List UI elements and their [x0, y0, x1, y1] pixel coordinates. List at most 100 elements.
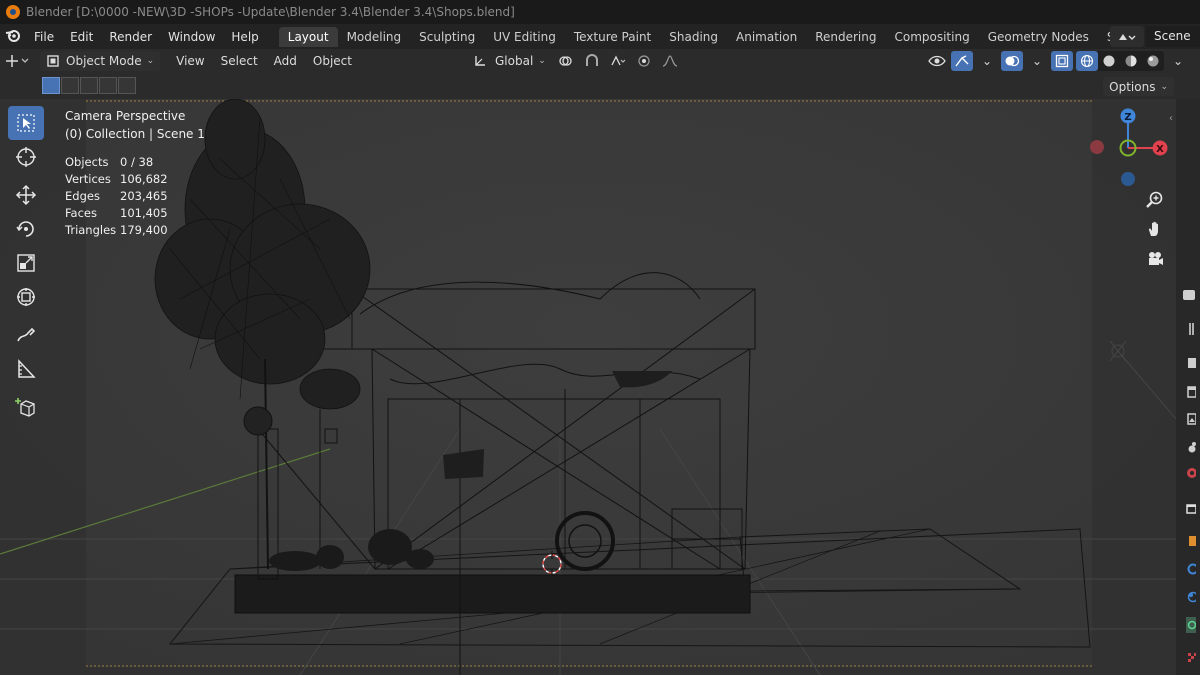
tab-uv-editing[interactable]: UV Editing — [484, 27, 565, 47]
object-mode-label: Object Mode — [66, 54, 142, 68]
scene-properties-icon[interactable] — [1180, 439, 1196, 455]
gizmo-neg-z[interactable] — [1121, 172, 1135, 186]
cursor-tool-icon[interactable] — [8, 140, 44, 174]
3d-viewport[interactable] — [0, 99, 1176, 675]
texture-properties-icon[interactable] — [1180, 649, 1196, 665]
tab-texture-paint[interactable]: Texture Paint — [565, 27, 660, 47]
menu-object[interactable]: Object — [305, 51, 360, 71]
editor-type-button[interactable] — [0, 51, 36, 71]
menu-file[interactable]: File — [26, 30, 62, 44]
gizmo-toggle-icon[interactable] — [951, 51, 973, 71]
chevron-down-icon[interactable]: ⌄ — [1026, 51, 1048, 71]
snap-target-icon[interactable] — [607, 51, 629, 71]
viewport-menus: View Select Add Object — [168, 51, 360, 71]
tab-modeling[interactable]: Modeling — [338, 27, 411, 47]
tab-rendering[interactable]: Rendering — [806, 27, 885, 47]
annotate-tool-icon[interactable] — [8, 318, 44, 352]
move-tool-icon[interactable] — [8, 178, 44, 212]
select-intersect-icon[interactable] — [118, 77, 136, 94]
stats-label: Triangles — [65, 222, 117, 237]
wireframe-shading-icon[interactable] — [1076, 51, 1098, 71]
chevron-down-icon: ⌄ — [1160, 81, 1168, 92]
gizmo-neg-x[interactable] — [1090, 140, 1104, 154]
zoom-icon[interactable] — [1143, 188, 1167, 212]
falloff-icon[interactable] — [659, 51, 681, 71]
tab-animation[interactable]: Animation — [727, 27, 806, 47]
stats-label: Faces — [65, 205, 97, 220]
view-layer-icon[interactable] — [1180, 411, 1197, 427]
wrench-icon[interactable] — [1180, 321, 1196, 337]
collection-properties-icon[interactable] — [1180, 501, 1197, 517]
menu-view[interactable]: View — [168, 51, 212, 71]
menu-window[interactable]: Window — [160, 30, 223, 44]
tab-layout[interactable]: Layout — [278, 26, 338, 47]
tool-header: Options ⌄ — [0, 73, 1200, 99]
overlays-toggle-icon[interactable] — [1001, 51, 1023, 71]
scene-name-field[interactable]: Scene — [1146, 26, 1200, 47]
view-name: Camera Perspective — [65, 109, 186, 123]
select-extend-icon[interactable] — [61, 77, 79, 94]
navigation-gizmo[interactable]: Z X — [1086, 104, 1172, 194]
xray-toggle-icon[interactable] — [1051, 51, 1073, 71]
stats-row: Edges 203,465 — [65, 187, 168, 204]
menu-help[interactable]: Help — [223, 30, 266, 44]
select-invert-icon[interactable] — [99, 77, 117, 94]
menu-add[interactable]: Add — [266, 51, 305, 71]
stats-label: Edges — [65, 188, 100, 203]
stats-label: Vertices — [65, 171, 111, 186]
measure-tool-icon[interactable] — [8, 352, 44, 386]
tab-shading[interactable]: Shading — [660, 27, 727, 47]
object-mode-icon — [47, 55, 59, 67]
options-dropdown[interactable]: Options ⌄ — [1103, 77, 1174, 96]
visibility-icon[interactable] — [926, 51, 948, 71]
object-mode-dropdown[interactable]: Object Mode ⌄ — [40, 51, 161, 71]
collection-name: (0) Collection | Scene 1 — [65, 127, 205, 141]
scene-browse-button[interactable] — [1110, 26, 1144, 47]
menu-edit[interactable]: Edit — [62, 30, 101, 44]
scale-tool-icon[interactable] — [8, 246, 44, 280]
pan-hand-icon[interactable] — [1143, 217, 1167, 241]
scene-selector: Scene — [1110, 26, 1200, 47]
stats-row: Objects 0 / 38 — [65, 153, 168, 170]
tab-geometry-nodes[interactable]: Geometry Nodes — [979, 27, 1098, 47]
stats-value: 106,682 — [120, 171, 168, 186]
particles-properties-icon[interactable] — [1180, 589, 1199, 605]
viewport-header: Object Mode ⌄ View Select Add Object Glo… — [0, 49, 1200, 73]
output-properties-icon[interactable] — [1180, 384, 1197, 400]
modifier-properties-icon[interactable] — [1180, 561, 1199, 577]
chevron-down-icon: ⌄ — [146, 56, 155, 66]
world-properties-icon[interactable] — [1180, 465, 1197, 481]
render-properties-icon[interactable] — [1180, 355, 1196, 371]
chevron-down-icon[interactable]: ⌄ — [1167, 51, 1189, 71]
proportional-editing-icon[interactable] — [633, 51, 655, 71]
transform-controls: Global ⌄ — [468, 51, 681, 71]
stats-row: Vertices 106,682 — [65, 170, 168, 187]
camera-view-icon[interactable] — [1143, 247, 1167, 271]
select-subtract-icon[interactable] — [80, 77, 98, 94]
workspace-tabs: Layout Modeling Sculpting UV Editing Tex… — [278, 26, 1194, 47]
blender-logo-icon[interactable] — [0, 28, 26, 46]
rendered-shading-icon[interactable] — [1142, 51, 1164, 71]
select-box-tool-icon[interactable] — [8, 106, 44, 140]
sidebar-toggle-icon[interactable]: ‹ — [1169, 113, 1173, 124]
rotate-tool-icon[interactable] — [8, 212, 44, 246]
add-cube-tool-icon[interactable] — [8, 390, 44, 424]
stats-row: Faces 101,405 — [65, 204, 168, 221]
transform-tool-icon[interactable] — [8, 280, 44, 314]
transform-orientation-dropdown[interactable]: Global ⌄ — [468, 51, 551, 71]
stats-value: 203,465 — [120, 188, 168, 203]
physics-properties-icon[interactable] — [1180, 617, 1197, 633]
snap-icon[interactable] — [581, 51, 603, 71]
tool-properties-icon[interactable] — [1180, 287, 1196, 303]
pivot-point-icon[interactable] — [555, 51, 577, 71]
tab-sculpting[interactable]: Sculpting — [410, 27, 484, 47]
menu-render[interactable]: Render — [101, 30, 160, 44]
solid-shading-icon[interactable] — [1098, 51, 1120, 71]
menu-select[interactable]: Select — [213, 51, 266, 71]
material-preview-icon[interactable] — [1120, 51, 1142, 71]
tab-compositing[interactable]: Compositing — [885, 27, 978, 47]
chevron-down-icon[interactable]: ⌄ — [976, 51, 998, 71]
object-properties-icon[interactable] — [1180, 533, 1196, 549]
select-new-icon[interactable] — [42, 77, 60, 94]
tool-shelf — [8, 106, 48, 424]
